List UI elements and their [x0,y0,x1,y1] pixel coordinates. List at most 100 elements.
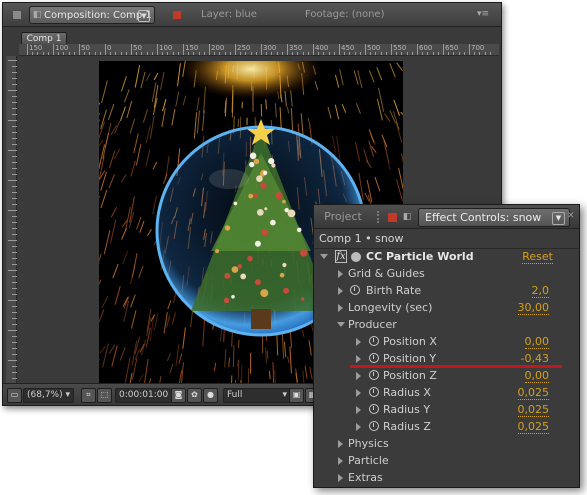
chevron-right-icon[interactable] [338,287,343,295]
ruler-label: 650 [445,44,459,52]
param-row-grid[interactable]: Grid & Guides [314,265,579,282]
ruler-minor-tick [219,52,221,55]
stopwatch-icon[interactable] [369,370,379,380]
region-of-interest-icon[interactable]: ▣ [289,388,304,403]
birth-rate-value[interactable]: 2,0 [531,284,549,298]
ruler-left [6,56,17,384]
chevron-right-icon[interactable] [356,389,361,397]
stopwatch-icon[interactable] [369,387,379,397]
ruler-tick [365,44,366,55]
panel-grip-icon[interactable] [377,211,383,223]
param-row-position-x[interactable]: Position X 0,00 [314,333,579,350]
ruler-tick [339,44,340,55]
param-row-birth-rate[interactable]: Birth Rate 2,0 [314,282,579,299]
param-row-position-z[interactable]: Position Z 0,00 [314,367,579,384]
ruler-tick [12,126,17,127]
param-label: Radius Z [383,420,431,433]
param-row-extras[interactable]: Extras [314,469,579,486]
ruler-minor-tick [203,52,205,55]
ruler-tick [157,44,158,55]
chevron-right-icon[interactable] [356,372,361,380]
chevron-right-icon[interactable] [338,457,343,465]
always-preview-icon[interactable]: ▭ [7,388,22,403]
comp-lock-icon[interactable]: ◧ [32,10,42,20]
ruler-tick [79,44,80,55]
tab-project[interactable]: Project [317,208,369,226]
color-channels-icon[interactable]: ● [203,388,218,403]
chevron-down-icon[interactable] [320,254,328,259]
chevron-down-icon[interactable]: ▼ [552,212,565,225]
param-row-radius-x[interactable]: Radius X 0,025 [314,384,579,401]
stopwatch-icon[interactable] [369,336,379,346]
ruler-tick [12,228,17,229]
stopwatch-icon[interactable] [369,404,379,414]
ruler-minor-tick [94,52,96,55]
close-icon[interactable]: ✕ [567,211,575,221]
stopwatch-icon[interactable] [369,353,379,363]
ruler-tick [8,180,17,181]
chevron-right-icon[interactable] [338,474,343,482]
radius-z-value[interactable]: 0,025 [517,420,549,434]
param-row-particle[interactable]: Particle [314,452,579,469]
ruler-minor-tick [479,52,481,55]
ruler-minor-tick [458,52,460,55]
tab-footage[interactable]: Footage: (none) [305,9,384,20]
lock-icon[interactable]: ◧ [402,212,412,222]
position-x-value[interactable]: 0,00 [524,335,549,349]
zoom-value: (68,7%) [27,390,63,400]
ruler-tick [209,44,210,55]
effect-header-row[interactable]: fx CC Particle World Reset [314,248,579,265]
chevron-down-icon[interactable]: ▼ [138,10,150,22]
position-z-value[interactable]: 0,00 [524,369,549,383]
ruler-tick [12,318,17,319]
panel-menu-icon[interactable]: ▾≡ [477,9,493,20]
breadcrumb: Comp 1 • snow [319,232,404,245]
ruler-minor-tick [344,52,346,55]
chevron-down-icon[interactable] [337,322,345,327]
fx-toggle[interactable]: fx [335,250,347,263]
ruler-label: 600 [419,44,433,52]
ruler-minor-tick [484,52,486,55]
chevron-right-icon[interactable] [356,355,361,363]
resolution-select[interactable]: Full ▾ [223,388,291,403]
param-row-radius-y[interactable]: Radius Y 0,025 [314,401,579,418]
tab-composition[interactable]: ◧ Composition: Comp 1 ▼ [29,6,155,24]
stopwatch-icon[interactable] [350,285,360,295]
chevron-right-icon[interactable] [356,406,361,414]
radius-x-value[interactable]: 0,025 [517,386,549,400]
param-label: Longevity (sec) [348,301,433,314]
ruler-tick [12,234,17,235]
chevron-right-icon[interactable] [338,304,343,312]
longevity-value[interactable]: 30,00 [517,301,549,315]
zoom-select[interactable]: (68,7%) ▾ [23,388,75,403]
param-label: Extras [348,471,383,484]
stopwatch-icon[interactable] [369,421,379,431]
tab-effect-controls[interactable]: Effect Controls: snow ▼ [418,208,570,227]
chevron-right-icon[interactable] [338,270,343,278]
ruler-tick [12,102,17,103]
ruler-tick [12,372,17,373]
chevron-right-icon[interactable] [356,423,361,431]
param-row-longevity[interactable]: Longevity (sec) 30,00 [314,299,579,316]
position-y-value[interactable]: -0,43 [520,352,549,366]
ruler-minor-tick [151,52,153,55]
ruler-minor-tick [141,52,143,55]
camera-icon[interactable]: ◙ [171,388,186,403]
radius-y-value[interactable]: 0,025 [517,403,549,417]
ruler-label: 400 [315,44,329,52]
param-row-producer[interactable]: Producer [314,316,579,333]
chevron-right-icon[interactable] [338,440,343,448]
param-row-radius-z[interactable]: Radius Z 0,025 [314,418,579,435]
show-channel-icon[interactable]: ✿ [187,388,202,403]
param-row-physics[interactable]: Physics [314,435,579,452]
reset-button[interactable]: Reset [522,250,553,264]
panel-grip-icon[interactable] [13,11,21,19]
ruler-tick [12,144,17,145]
fit-grid-icon[interactable]: ⌗ [81,388,96,403]
timecode-display[interactable]: 0:00:01:00 [115,388,173,403]
safe-margins-icon[interactable]: ⬚ [97,388,112,403]
tab-layer[interactable]: Layer: blue [201,9,257,20]
chevron-right-icon[interactable] [356,338,361,346]
ruler-tick [12,156,17,157]
lock-icon[interactable] [2,9,12,19]
